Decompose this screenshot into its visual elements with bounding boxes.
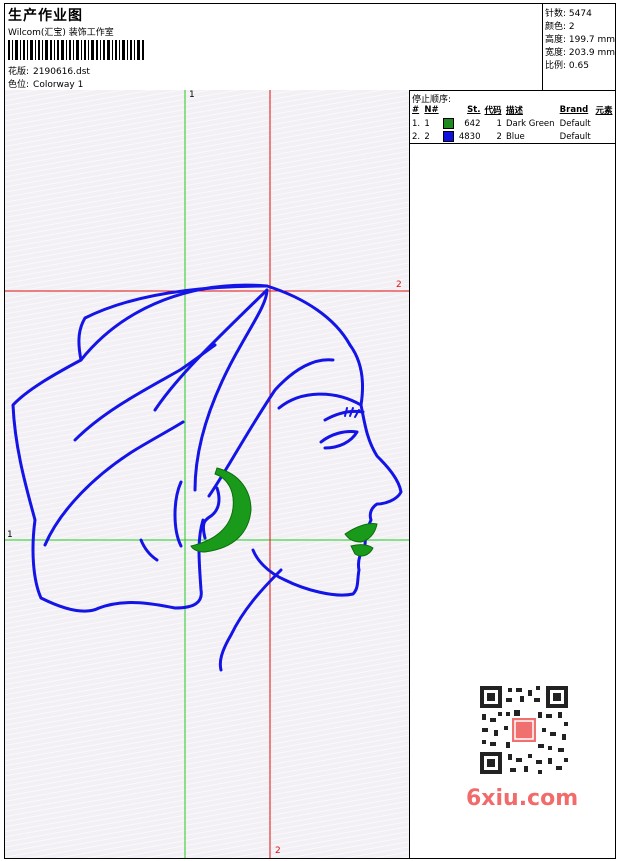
column-header: #: [412, 105, 420, 115]
worksheet-header: 生产作业图 Wilcom(汇宝) 装饰工作室 花版: 2190616.dst 色…: [5, 4, 615, 91]
table-row: 1. 1 642 1 Dark Green Default: [410, 117, 615, 130]
row-brand: Default: [559, 131, 591, 142]
embroidery-design-drawing: [5, 90, 409, 858]
row-code: 2: [496, 131, 502, 142]
blue-thread-outline: [11, 283, 403, 672]
row-brand: Default: [559, 118, 591, 129]
table-row: 2. 2 4830 2 Blue Default: [410, 130, 615, 143]
row-index: 2.: [412, 131, 421, 142]
design-preview-canvas: 1 1 2 2: [5, 90, 410, 858]
color-swatch: [443, 118, 454, 129]
qr-code-icon: [476, 682, 572, 778]
design-file-line: 花版: 2190616.dst: [8, 64, 90, 77]
row-code: 1: [496, 118, 502, 129]
guide-label-red-horizontal: 2: [396, 280, 402, 290]
design-width: 宽度: 203.9 mm: [545, 48, 616, 58]
colorway-line: 色位: Colorway 1: [8, 77, 83, 90]
colorway-name: Colorway 1: [33, 80, 84, 90]
design-stats: 针数: 5474 颜色: 2 高度: 199.7 mm 宽度: 203.9 mm…: [542, 4, 616, 90]
row-needle: 1: [424, 118, 430, 129]
row-stitches: 642: [464, 118, 481, 129]
upper-lip-shape: [344, 523, 378, 543]
design-label: 花版:: [8, 67, 30, 77]
page-title: 生产作业图: [8, 8, 83, 24]
column-header: 描述: [505, 106, 523, 116]
column-header: N#: [424, 105, 439, 115]
guide-label-red-vertical: 2: [275, 846, 281, 856]
column-header: 元素: [595, 106, 613, 116]
design-file-name: 2190616.dst: [33, 67, 90, 77]
row-stitches: 4830: [458, 131, 481, 142]
row-needle: 2: [424, 131, 430, 142]
column-header: [441, 103, 456, 117]
color-swatch: [443, 131, 454, 142]
column-header: 代码: [484, 106, 502, 116]
watermark: 6xiu.com: [466, 680, 586, 820]
guide-label-green-horizontal: 1: [7, 530, 13, 540]
row-element: [593, 130, 615, 143]
column-header: St.: [467, 105, 481, 115]
row-description: Blue: [505, 131, 525, 142]
row-description: Dark Green: [505, 118, 555, 129]
column-header: Brand: [559, 105, 589, 115]
table-header-row: # N# St. 代码 描述 Brand 元素: [410, 103, 615, 117]
lower-lip-shape: [350, 544, 374, 557]
design-scale: 比例: 0.65: [545, 61, 589, 71]
guide-label-green-vertical: 1: [189, 90, 195, 100]
colorway-label: 色位:: [8, 80, 30, 90]
divider: [410, 143, 615, 144]
company-name: Wilcom(汇宝) 装饰工作室: [8, 28, 114, 38]
stitch-count: 针数: 5474: [545, 9, 592, 19]
watermark-text: 6xiu.com: [466, 786, 579, 811]
row-index: 1.: [412, 118, 421, 129]
design-height: 高度: 199.7 mm: [545, 35, 616, 45]
row-element: [593, 117, 615, 130]
stop-sequence-table: # N# St. 代码 描述 Brand 元素 1. 1 642 1 Dark …: [410, 103, 615, 143]
barcode-icon: [8, 40, 144, 60]
color-count: 颜色: 2: [545, 22, 575, 32]
